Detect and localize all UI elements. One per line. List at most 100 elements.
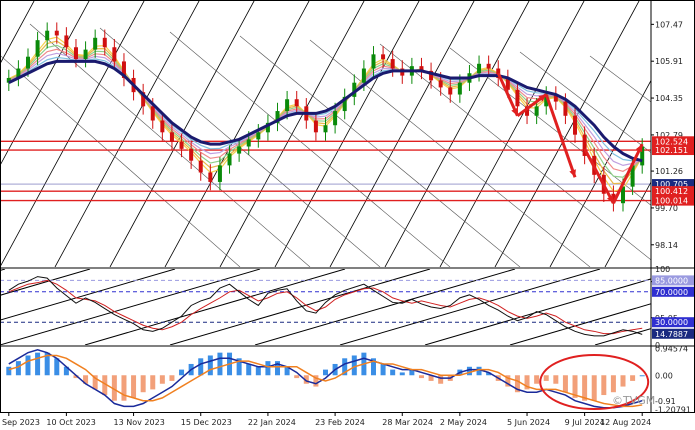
oscillator-panel [0, 269, 651, 345]
candle-body [256, 132, 261, 140]
time-tick-label: 23 Feb 2024 [315, 418, 365, 427]
candle-body [237, 146, 242, 154]
candle-body [448, 87, 453, 95]
forecast-arrowhead [569, 169, 576, 178]
price-tag-label: 102.151 [655, 146, 688, 155]
price-tick-label: 98.14 [655, 241, 678, 250]
candle-body [457, 82, 462, 95]
candle-body [54, 30, 59, 36]
candle-body [83, 49, 88, 60]
oscillator-line [8, 276, 643, 337]
candle-body [323, 125, 328, 133]
price-tag-label: 100.412 [655, 187, 688, 196]
candle-body [64, 35, 69, 48]
channel-line [169, 269, 431, 345]
histogram-bar [198, 358, 204, 376]
candle-body [93, 37, 98, 50]
time-tick-label: 2 May 2024 [440, 418, 487, 427]
channel-line [519, 51, 651, 153]
time-tick-label: 10 Oct 2023 [46, 418, 95, 427]
chart-root: 107.47 105.91 104.35 102.79 101.26 99.70 98.14… [0, 0, 695, 430]
histogram-bar [6, 366, 12, 376]
price-tick-label: 104.35 [655, 94, 683, 103]
candle-body [102, 37, 107, 48]
price-tick-label: 101.26 [655, 167, 683, 176]
macd-tick-label: 0.94574 [655, 345, 688, 354]
oscillator-tick-label: 70.0000 [655, 288, 688, 297]
histogram-bar [207, 355, 213, 376]
price-tag-label: 102.524 [655, 137, 688, 146]
histogram-bar [351, 355, 357, 376]
histogram-bar [534, 375, 540, 384]
oscillator-tick-label: 100 [655, 265, 670, 274]
histogram-bar [169, 375, 175, 381]
histogram-bar [150, 375, 156, 390]
histogram-bar [131, 375, 137, 398]
channel-line [84, 269, 346, 345]
candle-body [285, 99, 290, 112]
histogram-bar [255, 366, 261, 376]
candle-body [112, 47, 117, 62]
histogram-bar [246, 363, 252, 376]
histogram-bar [15, 361, 21, 376]
candle-body [160, 120, 165, 133]
candle-body [573, 115, 578, 135]
histogram-bar [140, 375, 146, 393]
price-panel [0, 0, 651, 267]
histogram-bar [553, 375, 559, 384]
histogram-bar [438, 375, 444, 384]
candle-body [169, 132, 174, 142]
time-tick-label: 13 Nov 2023 [114, 418, 165, 427]
candle-body [35, 40, 40, 57]
histogram-bar [630, 375, 636, 381]
candle-body [438, 80, 443, 88]
time-tick-label: 12 Aug 2024 [600, 418, 651, 427]
time-tick-label: Sep 2023 [2, 418, 40, 427]
candle-body [73, 47, 78, 60]
macd-tick-label: 0.00 [655, 371, 673, 380]
histogram-bar [543, 375, 549, 381]
candle-body [333, 111, 338, 126]
time-tick-label: 28 Mar 2024 [382, 418, 433, 427]
macd-tick-label: -1.20791 [655, 405, 691, 414]
candle-body [563, 101, 568, 116]
histogram-bar [639, 375, 645, 377]
candle-body [246, 139, 251, 147]
watermark-text: ©TVGM [612, 394, 655, 407]
histogram-bar [562, 375, 568, 393]
price-tick-label: 105.91 [655, 57, 683, 66]
histogram-bar [121, 375, 127, 401]
histogram-bar [323, 369, 328, 376]
histogram-bar [399, 372, 405, 376]
histogram-bar [265, 361, 271, 376]
candle-body [313, 120, 318, 133]
candle-body [534, 106, 539, 116]
candle-body [381, 54, 386, 60]
channel-line [449, 47, 651, 206]
oscillator-tick-label: 30.0000 [655, 318, 688, 327]
macd-panel [6, 349, 650, 410]
histogram-bar [35, 352, 41, 376]
oscillator-tick-label: 85.0000 [655, 276, 688, 285]
candle-body [294, 99, 299, 107]
candle-body [179, 141, 184, 149]
candle-body [361, 68, 366, 83]
candle-body [189, 148, 194, 161]
oscillator-line [8, 279, 643, 335]
candle-body [227, 153, 232, 166]
forecast-arrow [612, 143, 644, 204]
time-tick-label: 15 Dec 2023 [181, 418, 232, 427]
oscillator-tick-label: 14.7887 [655, 330, 688, 339]
candle-body [371, 54, 376, 69]
candle-body [45, 30, 50, 41]
candle-body [208, 172, 213, 182]
chart-svg: 107.47105.91104.35102.79101.2699.7098.14… [0, 0, 695, 427]
time-tick-label: 9 Jul 2024 [565, 418, 605, 427]
channel-line [309, 39, 591, 267]
price-tag-label: 100.014 [655, 197, 688, 206]
time-tick-label: 5 Jun 2024 [507, 418, 550, 427]
candle-body [477, 63, 482, 74]
histogram-bar [25, 355, 31, 376]
candle-body [198, 160, 203, 173]
histogram-bar [294, 375, 300, 379]
